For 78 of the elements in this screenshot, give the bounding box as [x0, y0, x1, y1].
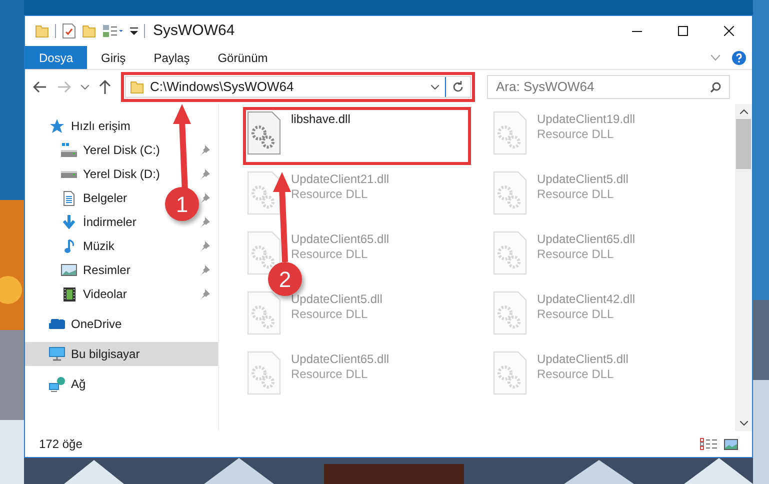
file-type: Resource DLL — [537, 127, 615, 142]
pin-icon[interactable] — [200, 169, 210, 179]
close-icon — [724, 26, 734, 36]
customize-toolbar-icon[interactable] — [130, 26, 138, 36]
document-icon — [63, 190, 75, 206]
file-type: Resource DLL — [537, 247, 615, 262]
view-options-icon[interactable] — [102, 24, 124, 38]
star-icon — [49, 118, 65, 134]
pin-icon[interactable] — [200, 289, 210, 299]
file-type: Resource DLL — [537, 367, 615, 382]
file-type: Resource DLL — [291, 307, 369, 322]
ribbon-tab[interactable]: Dosya — [25, 46, 88, 69]
address-bar[interactable]: C:\Windows\SysWOW64 — [125, 76, 471, 98]
ribbon-tab[interactable]: Paylaş — [140, 46, 204, 69]
sidebar-item[interactable]: Videolar — [57, 283, 131, 305]
refresh-icon[interactable] — [452, 81, 464, 93]
file-name: UpdateClient5.dll — [537, 172, 628, 187]
pin-icon[interactable] — [200, 217, 210, 227]
folder-icon[interactable] — [82, 24, 96, 38]
music-note-icon — [64, 238, 74, 254]
file-type: Resource DLL — [291, 367, 369, 382]
up-arrow-icon[interactable] — [99, 80, 111, 94]
minimize-icon — [632, 30, 642, 32]
picture-icon — [61, 264, 77, 276]
sidebar-item[interactable]: Ağ — [45, 373, 90, 395]
scroll-up-icon[interactable] — [740, 109, 748, 114]
window-title: SysWOW64 — [153, 20, 235, 41]
file-name: UpdateClient19.dll — [537, 112, 636, 127]
search-icon — [710, 82, 721, 93]
search-field[interactable]: Ara: SysWOW64 — [487, 74, 730, 99]
down-arrow-icon — [62, 215, 76, 229]
film-icon — [62, 286, 76, 302]
file-name: UpdateClient21.dll — [291, 172, 390, 187]
address-path: C:\Windows\SysWOW64 — [150, 78, 294, 96]
file-name: UpdateClient5.dll — [537, 352, 628, 367]
pin-icon[interactable] — [200, 241, 210, 251]
file-type: Resource DLL — [537, 187, 615, 202]
pin-icon[interactable] — [200, 193, 210, 203]
scrollbar[interactable] — [735, 104, 752, 431]
cloud-icon — [49, 319, 65, 329]
back-arrow-icon[interactable] — [33, 81, 47, 93]
sidebar-item[interactable]: Müzik — [57, 235, 118, 257]
file-name: UpdateClient65.dll — [291, 232, 390, 247]
sidebar-item[interactable]: Belgeler — [57, 187, 132, 209]
maximize-icon — [678, 26, 688, 36]
drive-icon — [61, 170, 77, 178]
sidebar-item[interactable]: Yerel Disk (C:) — [57, 139, 164, 161]
sidebar-item[interactable]: Hızlı erişim — [45, 115, 134, 137]
drive-icon — [61, 143, 77, 157]
monitor-icon — [49, 347, 65, 361]
sidebar-item[interactable]: İndirmeler — [57, 211, 140, 233]
sidebar-item[interactable]: Resimler — [57, 259, 134, 281]
folder-icon[interactable] — [35, 24, 49, 38]
properties-icon[interactable] — [62, 23, 76, 39]
pin-icon[interactable] — [200, 265, 210, 275]
details-view-icon[interactable] — [700, 438, 718, 450]
file-name: UpdateClient65.dll — [537, 232, 636, 247]
help-icon[interactable] — [732, 50, 746, 64]
chevron-down-icon[interactable] — [431, 84, 439, 90]
file-name: UpdateClient65.dll — [291, 352, 390, 367]
chevron-down-icon[interactable] — [81, 84, 89, 90]
network-icon — [49, 376, 65, 392]
file-type: Resource DLL — [291, 187, 369, 202]
file-name: UpdateClient42.dll — [537, 292, 636, 307]
sidebar-item[interactable]: Yerel Disk (D:) — [57, 163, 164, 185]
sidebar-item[interactable]: Bu bilgisayar — [45, 343, 144, 365]
pin-icon[interactable] — [200, 145, 210, 155]
file-name: libshave.dll — [291, 112, 350, 127]
folder-icon — [130, 80, 144, 94]
scroll-thumb[interactable] — [736, 119, 751, 169]
status-count: 172 öğe — [39, 436, 82, 453]
sidebar-item[interactable]: OneDrive — [45, 313, 126, 335]
ribbon-tab[interactable]: Giriş — [87, 46, 140, 69]
file-type: Resource DLL — [291, 247, 369, 262]
large-icons-view-icon[interactable] — [724, 438, 738, 450]
file-type: Resource DLL — [537, 307, 615, 322]
ribbon-tab[interactable]: Görünüm — [204, 46, 282, 69]
scroll-down-icon[interactable] — [740, 421, 748, 426]
